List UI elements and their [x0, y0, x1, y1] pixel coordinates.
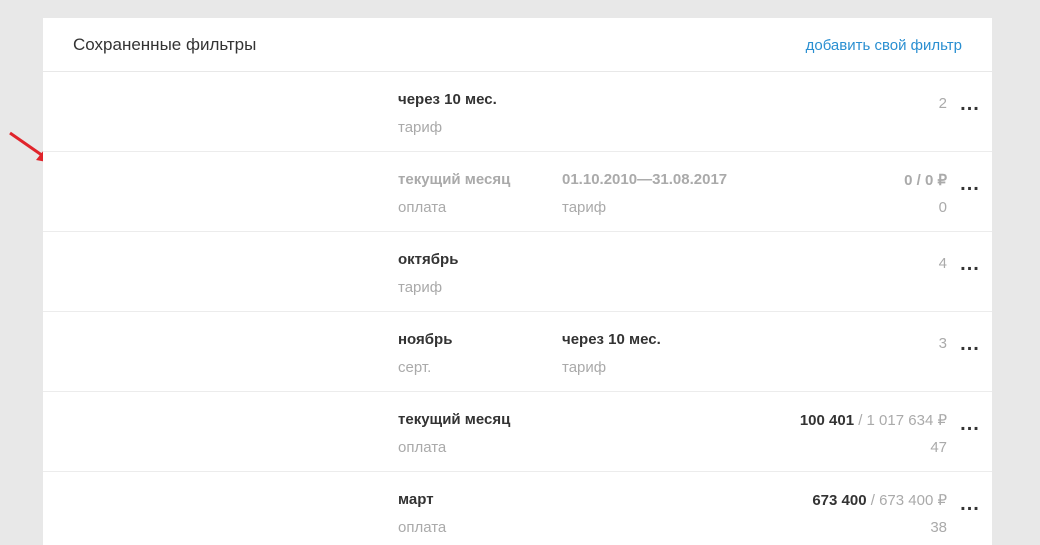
- filter-amount-paid: 100 401: [799, 412, 855, 429]
- filter-amount-paid: 0 / 0 ₽: [904, 172, 947, 189]
- filter-count: 38: [930, 519, 947, 536]
- filter-period: октябрь: [398, 251, 459, 268]
- ellipsis-icon[interactable]: ...: [958, 414, 982, 439]
- filter-count: 4: [938, 255, 947, 272]
- filter-period: ноябрь: [398, 331, 453, 348]
- filter-period: март: [398, 491, 434, 508]
- filter-list: 111бухгалтерия, всех менеджеровчерез 10 …: [43, 72, 992, 545]
- filter-amount-paid: 673 400: [812, 492, 867, 509]
- ellipsis-icon[interactable]: ...: [958, 94, 982, 119]
- ellipsis-icon[interactable]: ...: [958, 334, 982, 359]
- panel-title: Сохраненные фильтры: [73, 35, 257, 54]
- saved-filters-panel: Сохраненные фильтры добавить свой фильтр…: [43, 18, 992, 545]
- filter-amount-total: / 1 017 634 ₽: [854, 412, 947, 429]
- filter-row[interactable]: бк2бухгалтерия, всех менеджеровтекущий м…: [43, 152, 992, 232]
- filter-period-type: оплата: [398, 519, 447, 536]
- filter-range-type: тариф: [562, 359, 607, 376]
- filter-range: через 10 мес.: [562, 331, 661, 348]
- filter-row[interactable]: бкбухгалтерия, всех менеджеровоктябрьтар…: [43, 232, 992, 312]
- filter-row[interactable]: Сентябрьдиадок, всех менеджеровноябрьсер…: [43, 312, 992, 392]
- filter-period-type: тариф: [398, 119, 443, 136]
- filter-row[interactable]: 111бухгалтерия, всех менеджеровчерез 10 …: [43, 72, 992, 152]
- panel-header: Сохраненные фильтры добавить свой фильтр: [43, 18, 992, 72]
- filter-count: 47: [930, 439, 947, 456]
- filter-count: 0: [938, 199, 947, 216]
- filter-period-type: оплата: [398, 199, 447, 216]
- ellipsis-icon[interactable]: ...: [958, 254, 982, 279]
- filter-amount-total: / 673 400 ₽: [866, 492, 947, 509]
- ellipsis-icon[interactable]: ...: [958, 174, 982, 199]
- filter-period-type: серт.: [398, 359, 432, 376]
- filter-period-type: тариф: [398, 279, 443, 296]
- filter-count: 3: [938, 335, 947, 352]
- filter-row[interactable]: Все выставленные счетадекларант, диадок,…: [43, 392, 992, 472]
- filter-range: 01.10.2010—31.08.2017: [562, 171, 728, 188]
- filter-amount: 0 / 0 ₽: [904, 171, 947, 189]
- filter-range-type: тариф: [562, 199, 607, 216]
- filter-row[interactable]: выфвсе продукты, всех менеджеровмартопла…: [43, 472, 992, 545]
- filter-amount: 673 400 / 673 400 ₽: [812, 491, 947, 509]
- filter-period: текущий месяц: [398, 171, 511, 188]
- filter-period: текущий месяц: [398, 411, 511, 428]
- filter-period-type: оплата: [398, 439, 447, 456]
- add-filter-link[interactable]: добавить свой фильтр: [806, 37, 962, 54]
- filter-amount: 100 401 / 1 017 634 ₽: [800, 411, 947, 429]
- ellipsis-icon[interactable]: ...: [958, 494, 982, 519]
- filter-period: через 10 мес.: [398, 91, 497, 108]
- filter-count: 2: [938, 95, 947, 112]
